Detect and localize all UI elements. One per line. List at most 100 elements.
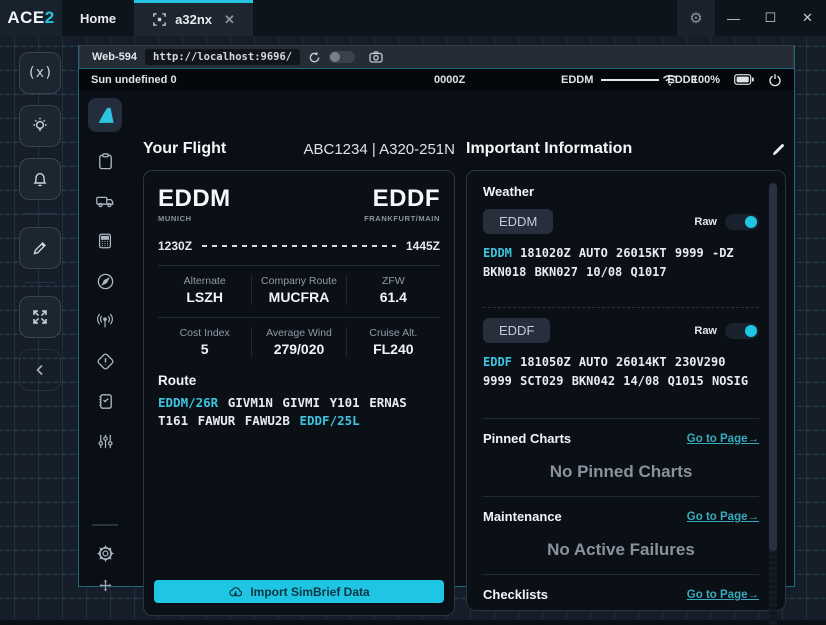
station-chip-eddm[interactable]: EDDM bbox=[483, 209, 553, 234]
app-titlebar: ACE2 Home a32nx ✕ ⚙ — ☐ ✕ bbox=[0, 0, 826, 36]
weather-divider bbox=[483, 307, 759, 308]
checklists-link[interactable]: Go to Page→ bbox=[687, 589, 759, 601]
sliders-icon[interactable] bbox=[88, 424, 122, 458]
toggle-knob bbox=[745, 216, 757, 228]
refresh-icon[interactable] bbox=[308, 51, 321, 64]
checklist-icon[interactable] bbox=[88, 384, 122, 418]
logo-text: ACE bbox=[7, 8, 44, 28]
statusbar-time: 0000Z bbox=[434, 74, 465, 86]
arrival-time: 1445Z bbox=[406, 239, 440, 253]
calculator-icon[interactable] bbox=[88, 224, 122, 258]
bell-button[interactable] bbox=[19, 158, 61, 200]
no-pinned-charts-text: No Pinned Charts bbox=[483, 462, 759, 482]
stat-label: Cruise Alt. bbox=[351, 327, 436, 339]
scrollbar-thumb[interactable] bbox=[769, 183, 777, 551]
statusbar-left: Sun undefined 0 bbox=[91, 74, 177, 86]
window-chrome-bar[interactable]: Web-594 http://localhost:9696/ bbox=[79, 45, 794, 68]
expand-button[interactable] bbox=[19, 296, 61, 338]
efb-statusbar: Sun undefined 0 0000Z EDDM EDDF 100% bbox=[79, 68, 794, 90]
tab-close-icon[interactable]: ✕ bbox=[224, 12, 235, 28]
statusbar-route: EDDM EDDF bbox=[561, 74, 697, 86]
stat-value: FL240 bbox=[351, 341, 436, 357]
metar-station: EDDM bbox=[483, 246, 512, 260]
destination-city: FRANKFURT/MAIN bbox=[364, 214, 440, 223]
failures-icon[interactable] bbox=[88, 344, 122, 378]
clipboard-icon[interactable] bbox=[88, 144, 122, 178]
compass-icon[interactable] bbox=[88, 264, 122, 298]
taskbar-strip bbox=[0, 620, 826, 625]
weather-label: Weather bbox=[483, 184, 759, 199]
stat-label: Average Wind bbox=[256, 327, 341, 339]
pencil-button[interactable] bbox=[19, 227, 61, 269]
mouse-cursor-icon bbox=[99, 579, 112, 592]
statusbar-destination: EDDF bbox=[667, 74, 697, 86]
stat-value: 61.4 bbox=[351, 289, 436, 305]
no-active-failures-text: No Active Failures bbox=[483, 540, 759, 560]
chrome-toggle[interactable] bbox=[329, 51, 355, 63]
efb-content: Your Flight ABC1234 | A320-251N EDDM MUN… bbox=[79, 90, 794, 586]
route-string: EDDM/26R GIVM1N GIVMI Y101 ERNAS T161 FA… bbox=[158, 394, 440, 430]
edit-pencil-icon[interactable] bbox=[771, 142, 786, 157]
stat-value: 279/020 bbox=[256, 341, 341, 357]
stat-alternate: Alternate LSZH bbox=[158, 275, 251, 305]
pinned-charts-label: Pinned Charts bbox=[483, 431, 571, 446]
station-chip-eddf[interactable]: EDDF bbox=[483, 318, 550, 343]
stat-label: Company Route bbox=[256, 275, 341, 287]
stat-company-route: Company Route MUCFRA bbox=[251, 275, 345, 305]
origin-icao: EDDM bbox=[158, 185, 231, 213]
settings-button[interactable]: ⚙ bbox=[677, 0, 715, 36]
checklists-label: Checklists bbox=[483, 587, 548, 602]
tab-a32nx[interactable]: a32nx ✕ bbox=[134, 0, 253, 36]
flight-card: EDDM MUNICH EDDF FRANKFURT/MAIN 1230Z 14… bbox=[143, 170, 455, 616]
chevron-left-icon bbox=[33, 363, 47, 377]
route-departure: EDDM/26R bbox=[158, 395, 218, 410]
section-divider bbox=[483, 496, 759, 497]
toggle-knob bbox=[745, 325, 757, 337]
close-button[interactable]: ✕ bbox=[789, 0, 826, 36]
raw-toggle-eddf[interactable] bbox=[725, 323, 759, 339]
left-toolbar: (x) bbox=[14, 52, 66, 391]
raw-label: Raw bbox=[694, 216, 717, 228]
raw-label: Raw bbox=[694, 325, 717, 337]
departure-time: 1230Z bbox=[158, 239, 192, 253]
camera-icon[interactable] bbox=[369, 51, 383, 63]
panel-scrollbar[interactable] bbox=[769, 183, 777, 625]
stat-value: LSZH bbox=[162, 289, 247, 305]
maintenance-link[interactable]: Go to Page→ bbox=[687, 511, 759, 523]
antenna-icon[interactable] bbox=[88, 304, 122, 338]
ground-services-icon[interactable] bbox=[88, 184, 122, 218]
stat-value: 5 bbox=[162, 341, 247, 357]
important-info-title: Important Information bbox=[466, 140, 632, 158]
stat-label: Alternate bbox=[162, 275, 247, 287]
pinned-charts-section: Pinned Charts Go to Page→ bbox=[483, 431, 759, 446]
bell-icon bbox=[30, 169, 50, 189]
raw-toggle-eddm[interactable] bbox=[725, 214, 759, 230]
maximize-button[interactable]: ☐ bbox=[752, 0, 789, 36]
minimize-button[interactable]: — bbox=[715, 0, 752, 36]
stat-zfw: ZFW 61.4 bbox=[346, 275, 440, 305]
collapse-button[interactable] bbox=[19, 349, 61, 391]
maintenance-label: Maintenance bbox=[483, 509, 562, 524]
power-icon[interactable] bbox=[768, 73, 782, 87]
pinned-charts-link[interactable]: Go to Page→ bbox=[687, 433, 759, 445]
import-button-label: Import SimBrief Data bbox=[250, 585, 369, 599]
battery-icon bbox=[734, 74, 754, 85]
metar-text: 181020Z AUTO 26015KT 9999 -DZ BKN018 BKN… bbox=[483, 246, 734, 279]
settings-gear-icon[interactable] bbox=[88, 536, 122, 570]
import-simbrief-button[interactable]: Import SimBrief Data bbox=[154, 580, 444, 603]
metar-station: EDDF bbox=[483, 355, 512, 369]
window-title: Web-594 bbox=[92, 51, 137, 63]
flight-times: 1230Z 1445Z bbox=[158, 239, 440, 253]
stat-average-wind: Average Wind 279/020 bbox=[251, 327, 345, 357]
lightbulb-button[interactable] bbox=[19, 105, 61, 147]
tab-home[interactable]: Home bbox=[62, 0, 134, 36]
stat-cost-index: Cost Index 5 bbox=[158, 327, 251, 357]
route-line bbox=[601, 79, 659, 81]
expand-icon bbox=[31, 308, 49, 326]
variable-button[interactable]: (x) bbox=[19, 52, 61, 94]
url-field[interactable]: http://localhost:9696/ bbox=[145, 49, 300, 65]
flight-number: ABC1234 | A320-251N bbox=[303, 141, 455, 158]
flight-tab[interactable] bbox=[88, 98, 122, 132]
route-arrival: EDDF/25L bbox=[299, 413, 359, 428]
flight-stats-row-1: Alternate LSZH Company Route MUCFRA ZFW … bbox=[158, 265, 440, 305]
